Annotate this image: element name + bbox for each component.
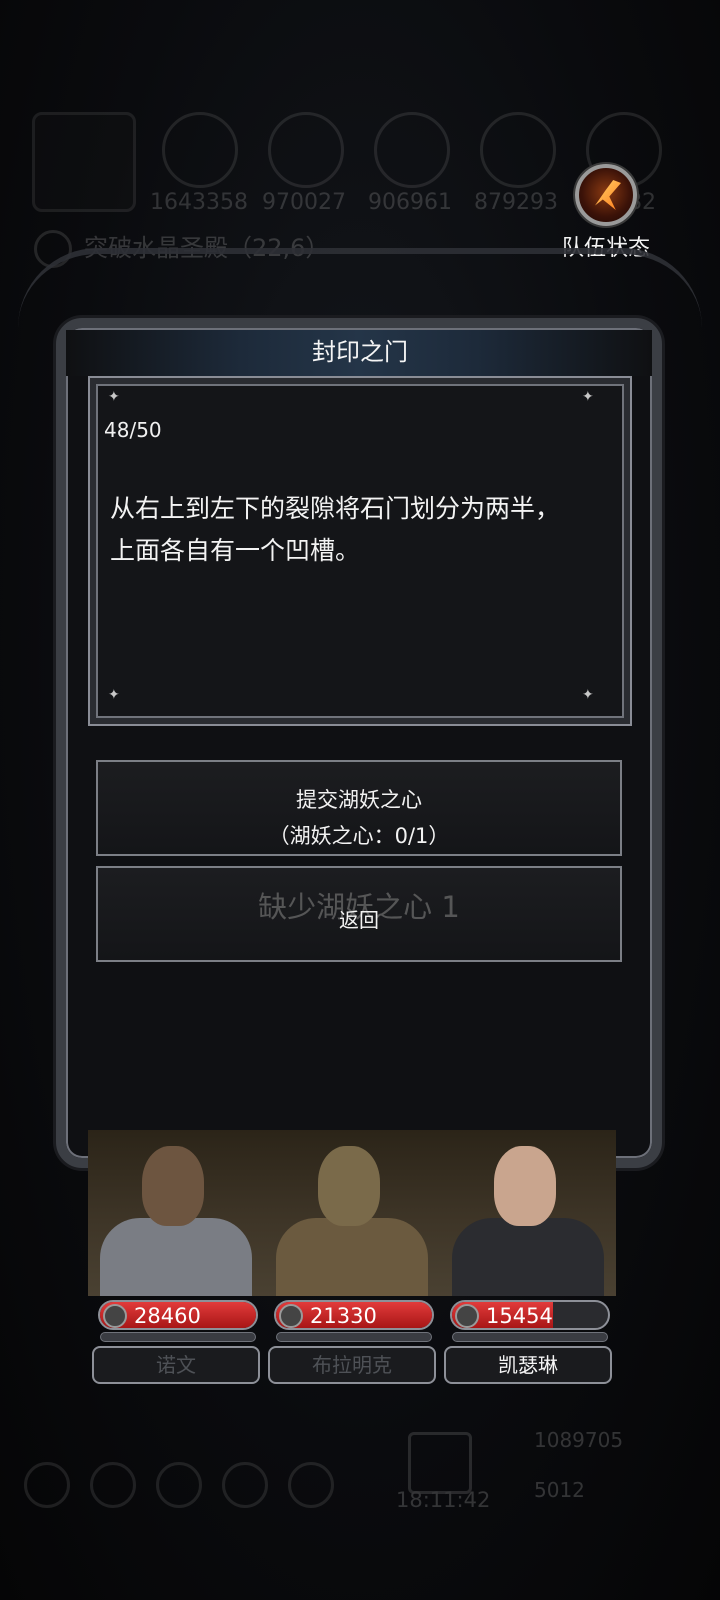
sparkle-icon: ✦ — [108, 389, 120, 405]
menu-icon — [90, 1462, 136, 1508]
resource-icon — [268, 112, 344, 188]
story-text-line: 从右上到左下的裂隙将石门划分为两半， — [110, 494, 561, 523]
resource-value: 1643358 — [150, 190, 248, 215]
hp-bar: 15454 — [450, 1300, 610, 1330]
dialog-title: 封印之门 — [312, 338, 408, 366]
menu-icon — [156, 1462, 202, 1508]
gem-amount: 5012 — [534, 1478, 585, 1502]
resource-icon — [480, 112, 556, 188]
clock-time: 18:11:42 — [396, 1488, 491, 1512]
story-text-line: 上面各自有一个凹槽。 — [110, 536, 361, 565]
resource-icon — [162, 112, 238, 188]
sword-icon — [455, 1304, 479, 1328]
sparkle-icon: ✦ — [582, 687, 594, 703]
sparkle-icon: ✦ — [582, 389, 594, 405]
resource-value: 906961 — [368, 190, 452, 215]
menu-icon — [288, 1462, 334, 1508]
hero-name: 诺文 — [92, 1346, 260, 1384]
sword-icon — [103, 1304, 127, 1328]
hero-name: 布拉明克 — [268, 1346, 436, 1384]
mp-bar — [276, 1332, 432, 1342]
submit-item-count: （湖妖之心：0/1） — [268, 824, 450, 848]
hp-bar: 21330 — [274, 1300, 434, 1330]
hp-value: 28460 — [134, 1304, 201, 1328]
resource-icon — [374, 112, 450, 188]
player-avatar — [32, 112, 136, 212]
hero-name: 凯瑟琳 — [444, 1346, 612, 1384]
hero-portrait — [88, 1130, 264, 1296]
hero-portrait — [264, 1130, 440, 1296]
menu-icon — [24, 1462, 70, 1508]
hero-portrait — [440, 1130, 616, 1296]
story-text: 从右上到左下的裂隙将石门划分为两半， 上面各自有一个凹槽。 — [110, 488, 620, 572]
fire-emblem-icon — [575, 164, 637, 226]
resource-value: 970027 — [262, 190, 346, 215]
gold-amount: 1089705 — [534, 1428, 624, 1452]
hp-bar: 28460 — [98, 1300, 258, 1330]
sword-icon — [279, 1304, 303, 1328]
menu-icon — [222, 1462, 268, 1508]
resource-value: 879293 — [474, 190, 558, 215]
back-button[interactable]: 缺少湖妖之心 1 返回 — [96, 866, 622, 962]
sparkle-icon: ✦ — [108, 687, 120, 703]
back-label: 返回 — [339, 908, 379, 932]
page-counter: 48/50 — [104, 418, 162, 442]
party-member-3[interactable]: 15454 凯瑟琳 — [440, 1130, 616, 1384]
submit-item-label: 提交湖妖之心 — [296, 788, 422, 812]
mp-bar — [452, 1332, 608, 1342]
party-member-1[interactable]: 28460 诺文 — [88, 1130, 264, 1384]
submit-item-button[interactable]: 提交湖妖之心 （湖妖之心：0/1） — [96, 760, 622, 856]
hp-value: 21330 — [310, 1304, 377, 1328]
mp-bar — [100, 1332, 256, 1342]
party-member-2[interactable]: 21330 布拉明克 — [264, 1130, 440, 1384]
hp-value: 15454 — [486, 1304, 553, 1328]
gift-icon — [408, 1432, 472, 1494]
